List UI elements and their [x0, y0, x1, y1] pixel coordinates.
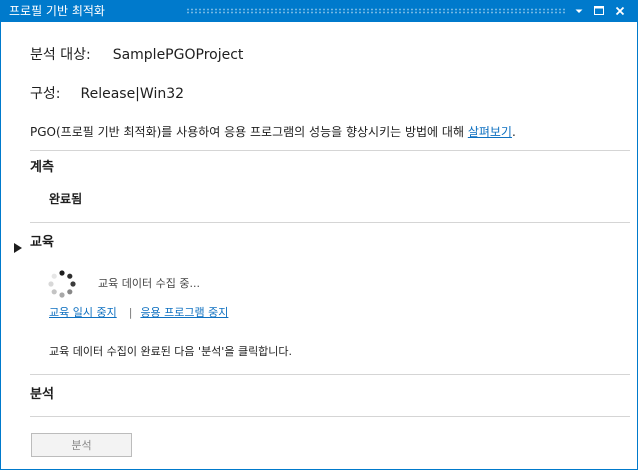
training-instruction: 교육 데이터 수집이 완료된 다음 '분석'을 클릭합니다. [49, 345, 293, 358]
close-icon[interactable] [612, 3, 628, 19]
analysis-target-label: 분석 대상: [30, 47, 91, 63]
configuration-label: 구성: [30, 86, 61, 102]
measure-section-title: 계측 [30, 160, 54, 175]
learn-more-link[interactable]: 살펴보기 [468, 125, 512, 139]
pgo-content: 분석 대상: SamplePGOProject 구성: Release|Win32 … [1, 23, 637, 469]
stop-application-link[interactable]: 응용 프로그램 중지 [140, 306, 228, 319]
collecting-data-text: 교육 데이터 수집 중... [98, 277, 200, 290]
divider [30, 222, 630, 223]
title-bar[interactable]: 프로필 기반 최적화 [1, 1, 637, 22]
loading-spinner-icon [45, 267, 79, 301]
analysis-target-value: SamplePGOProject [112, 47, 244, 63]
title-bar-grip[interactable] [186, 8, 566, 14]
train-section-title[interactable]: 교육 [30, 235, 54, 251]
divider [30, 150, 630, 151]
analysis-target-row: 분석 대상: SamplePGOProject [30, 46, 243, 64]
configuration-value: Release|Win32 [80, 86, 185, 102]
analyze-section-title: 분석 [30, 387, 54, 402]
expanded-triangle-icon[interactable] [13, 238, 23, 253]
pgo-info-text: PGO(프로필 기반 최적화)를 사용하여 응용 프로그램의 성능을 향상시키는… [30, 124, 516, 140]
training-actions: 교육 일시 중지 | 응용 프로그램 중지 [49, 306, 228, 320]
configuration-row: 구성: Release|Win32 [30, 85, 184, 103]
divider [30, 374, 630, 375]
pause-training-link[interactable]: 교육 일시 중지 [49, 306, 117, 319]
maximize-icon[interactable] [591, 3, 607, 19]
link-separator: | [128, 306, 133, 319]
info-suffix: . [511, 125, 516, 139]
window-title: 프로필 기반 최적화 [9, 4, 105, 18]
measure-status: 완료됨 [49, 192, 83, 206]
pgo-window: 프로필 기반 최적화 분석 대상: SamplePGOProject 구성: Rel… [0, 0, 638, 470]
divider [30, 416, 630, 417]
dropdown-icon[interactable] [571, 3, 587, 19]
info-text: PGO(프로필 기반 최적화)를 사용하여 응용 프로그램의 성능을 향상시키는… [30, 125, 468, 139]
analyze-button[interactable]: 분석 [31, 433, 132, 457]
